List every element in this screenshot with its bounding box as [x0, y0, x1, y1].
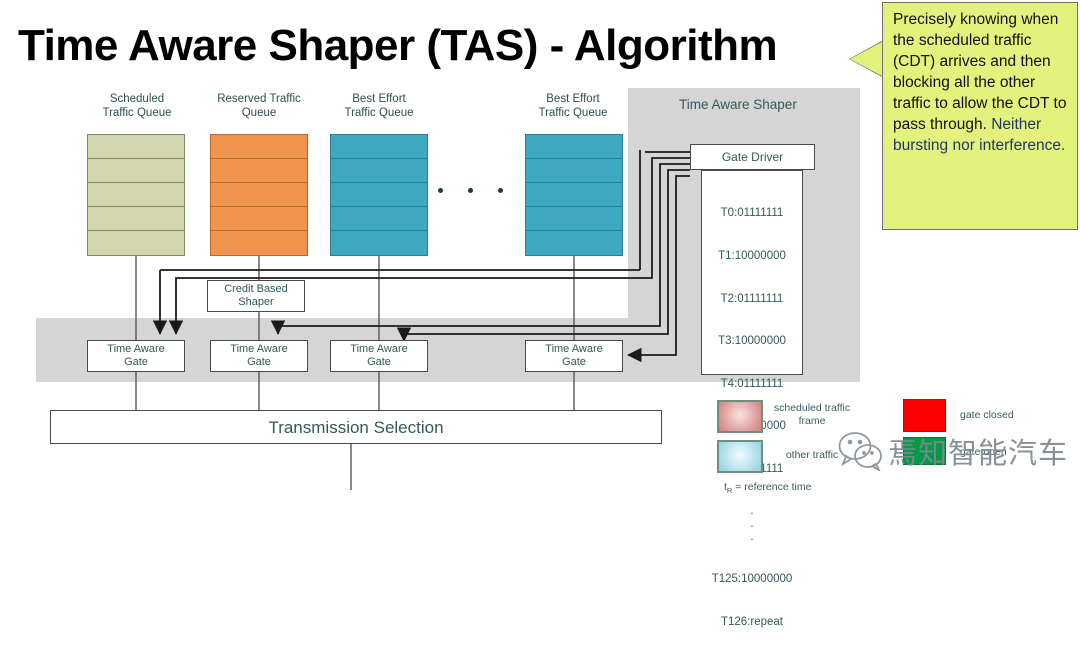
- legend-reference-time-note: tR = reference time: [724, 481, 811, 495]
- schedule-entry: T2:01111111: [720, 292, 784, 305]
- queue-cell: [88, 159, 184, 183]
- queue-cell: [211, 207, 307, 231]
- queue-label-line1: Scheduled: [109, 93, 165, 105]
- schedule-entry-tail: T126:repeat: [720, 615, 783, 628]
- time-aware-gate-4: Time Aware Gate: [525, 340, 623, 372]
- transmission-selection-box: Transmission Selection: [50, 410, 662, 444]
- callout-tail: [850, 42, 882, 76]
- queue-cell: [88, 135, 184, 159]
- watermark: 焉知智能汽车: [838, 430, 1068, 472]
- watermark-text: 焉知智能汽车: [888, 436, 1069, 470]
- queue-label-reserved: Reserved Traffic Queue: [200, 92, 318, 120]
- queue-cell: [88, 207, 184, 231]
- slide-canvas: Time Aware Shaper (TAS) - Algorithm Time…: [0, 0, 1080, 628]
- queue-cell: [211, 159, 307, 183]
- schedule-entry: T1:10000000: [718, 250, 786, 263]
- legend-swatch-scheduled-traffic: [717, 400, 763, 433]
- time-aware-gate-1: Time Aware Gate: [87, 340, 185, 372]
- dot-icon: [498, 188, 503, 193]
- queue-label-line2: Queue: [241, 107, 277, 119]
- schedule-entry: T4:01111111: [720, 377, 784, 390]
- queue-cell: [526, 231, 622, 255]
- queue-cell: [331, 207, 427, 231]
- queue-label-line1: Best Effort: [352, 93, 406, 105]
- queue-cell: [526, 135, 622, 159]
- queue-label-scheduled: Scheduled Traffic Queue: [82, 92, 192, 120]
- queue-best-effort-2: [525, 134, 623, 256]
- schedule-ellipsis: . . .: [750, 504, 754, 543]
- queue-cell: [331, 135, 427, 159]
- legend-swatch-other-traffic: [717, 440, 763, 473]
- queue-scheduled-traffic: [87, 134, 185, 256]
- queue-cell: [526, 159, 622, 183]
- queue-reserved-traffic: [210, 134, 308, 256]
- schedule-entry: T3:10000000: [718, 335, 786, 348]
- dot-icon: [468, 188, 473, 193]
- queue-cell: [211, 231, 307, 255]
- callout-box: Precisely knowing when the scheduled tra…: [882, 2, 1078, 230]
- time-aware-gate-3: Time Aware Gate: [330, 340, 428, 372]
- callout-body: Precisely knowing when the scheduled tra…: [893, 11, 1067, 133]
- queue-cell: [211, 183, 307, 207]
- queue-label-best-effort-1: Best Effort Traffic Queue: [325, 92, 433, 120]
- queue-label-best-effort-2: Best Effort Traffic Queue: [518, 92, 628, 120]
- queue-ellipsis-dots: [438, 188, 503, 193]
- time-aware-gate-2: Time Aware Gate: [210, 340, 308, 372]
- wechat-icon: [838, 432, 882, 471]
- page-title: Time Aware Shaper (TAS) - Algorithm: [18, 21, 778, 70]
- schedule-entry: T0:01111111: [720, 207, 784, 220]
- dot-icon: [438, 188, 443, 193]
- queue-label-line2: Traffic Queue: [538, 107, 608, 119]
- queue-cell: [526, 183, 622, 207]
- queue-cell: [88, 183, 184, 207]
- queue-label-line1: Reserved Traffic: [217, 93, 301, 105]
- queue-cell: [211, 135, 307, 159]
- queue-cell: [331, 183, 427, 207]
- time-aware-shaper-label: Time Aware Shaper: [679, 97, 797, 112]
- legend-label-scheduled-traffic: scheduled traffic frame: [773, 402, 851, 427]
- queue-cell: [331, 231, 427, 255]
- queue-cell: [526, 207, 622, 231]
- schedule-entry-tail: T125:10000000: [711, 573, 793, 586]
- queue-label-line2: Traffic Queue: [344, 107, 414, 119]
- queue-cell: [331, 159, 427, 183]
- credit-based-shaper-box: Credit Based Shaper: [207, 280, 305, 312]
- gate-driver-box: Gate Driver: [690, 144, 815, 170]
- queue-label-line1: Best Effort: [546, 93, 600, 105]
- legend-label-gate-closed: gate closed: [960, 409, 1014, 421]
- queue-cell: [88, 231, 184, 255]
- legend-swatch-gate-closed: [903, 399, 946, 432]
- gate-schedule-list: T0:01111111 T1:10000000 T2:01111111 T3:1…: [701, 170, 803, 628]
- queue-best-effort-1: [330, 134, 428, 256]
- queue-label-line2: Traffic Queue: [102, 107, 172, 119]
- legend-note-text: = reference time: [732, 481, 812, 493]
